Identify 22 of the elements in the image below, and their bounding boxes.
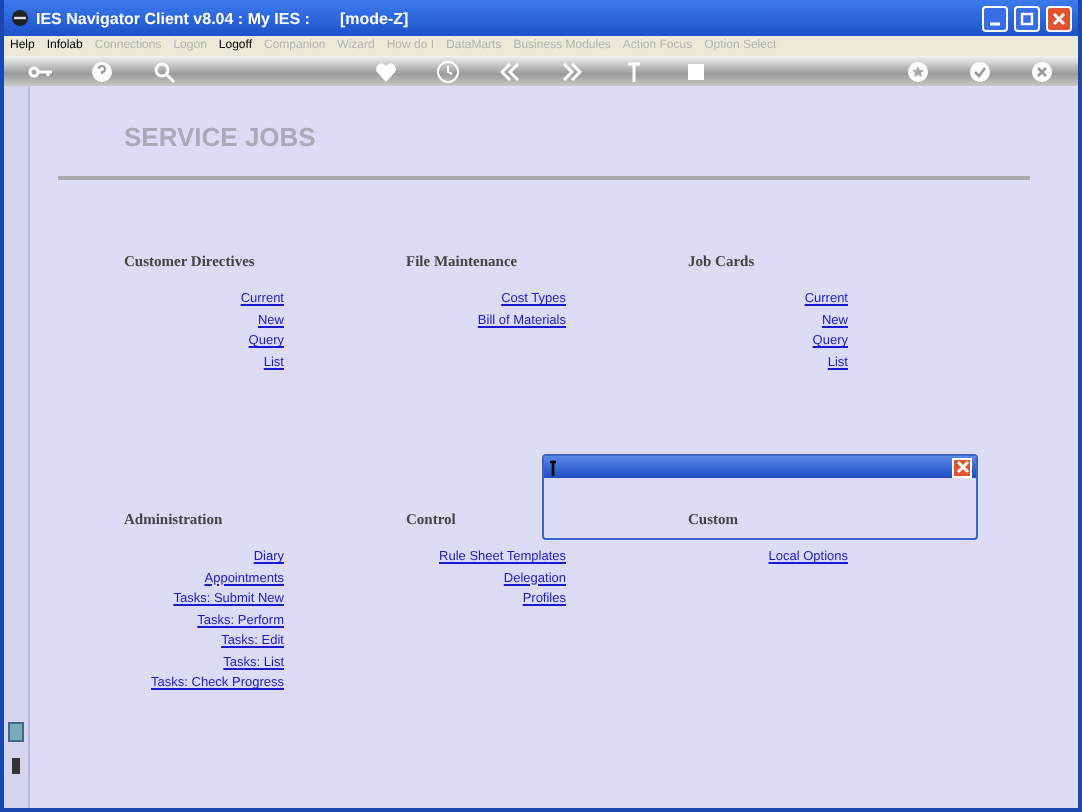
window-mode: [mode-Z] [339,9,409,27]
page-title: SERVICE JOBS [124,122,318,152]
help-icon[interactable] [90,59,115,83]
search-icon[interactable] [152,59,177,83]
close-icon [1052,11,1066,25]
close-button[interactable] [1046,5,1072,31]
app-icon [10,8,30,28]
back-icon[interactable] [497,59,522,83]
close-icon [955,460,969,474]
check-icon[interactable] [967,59,992,83]
maximize-icon [1020,11,1034,25]
forward-icon[interactable] [559,59,584,83]
heart-icon[interactable] [373,59,398,83]
clock-icon[interactable] [435,59,460,83]
grip-icon[interactable] [12,758,20,774]
minimize-button[interactable] [982,5,1008,31]
square-icon[interactable] [684,59,709,83]
panel-icon[interactable] [8,722,24,742]
dialog-close-button[interactable] [952,457,972,477]
window-title: IES Navigator Client v8.04 : My IES : [36,9,310,27]
close-icon[interactable] [1029,59,1054,83]
maximize-button[interactable] [1014,5,1040,31]
